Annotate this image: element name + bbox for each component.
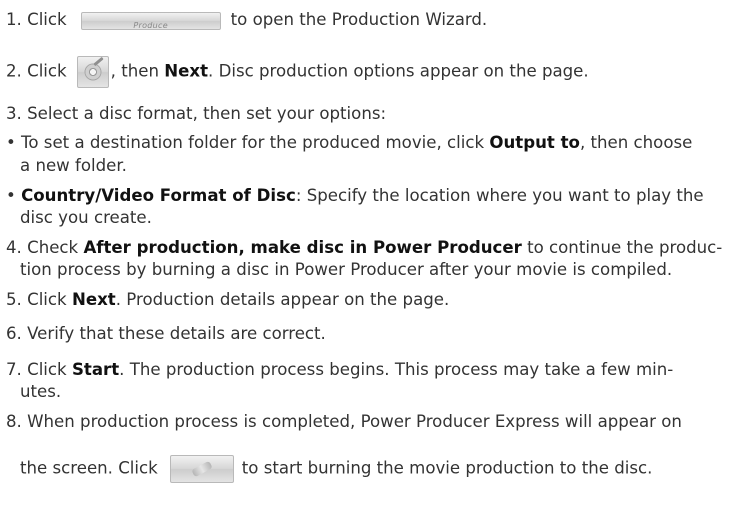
step-2-prefix: 2. Click: [6, 61, 67, 81]
step-2-next: Next: [164, 61, 209, 81]
step-5-pre: 5. Click: [6, 290, 67, 309]
wand-glyph: [92, 56, 104, 67]
step-1-text: to open the Production Wizard.: [230, 10, 488, 29]
step-8-pre: the screen. Click: [20, 458, 158, 478]
step-7-pre: 7. Click: [6, 360, 67, 379]
bullet-1-bold: Output to: [489, 133, 580, 152]
step-5-post: . Production details appear on the page.: [115, 290, 450, 309]
step-2-text: . Disc production options appear on the …: [208, 61, 589, 81]
step-2: 2. Click , then Next. Disc production opt…: [6, 56, 589, 88]
bullet-1-line2: a new folder.: [20, 156, 127, 175]
step-4-bold: After production, make disc in Power Pro…: [83, 238, 522, 257]
bullet-1: • To set a destination folder for the pr…: [6, 133, 692, 153]
step-4-post: to continue the produc-: [527, 238, 723, 257]
step-5: 5. Click Next. Production details appear…: [6, 290, 449, 310]
step-1-prefix: 1. Click: [6, 10, 67, 29]
step-1: 1. Click Produce to open the Production Wi…: [6, 10, 487, 30]
step-4-line2: tion process by burning a disc in Power …: [20, 260, 673, 279]
step-7-line2: utes.: [20, 382, 62, 401]
step-7-post: . The production process begins. This pr…: [119, 360, 674, 379]
burn-glyph: [191, 460, 213, 478]
bullet-2-bold: Country/Video Format of Disc: [21, 186, 296, 205]
step-3: 3. Select a disc format, then set your o…: [6, 104, 387, 123]
bullet-1-post: , then choose: [579, 133, 693, 152]
bullet-1-pre: • To set a destination folder for the pr…: [6, 133, 485, 152]
step-4: 4. Check After production, make disc in …: [6, 238, 722, 258]
bullet-2: • Country/Video Format of Disc: Specify …: [6, 186, 704, 206]
step-8: 8. When production process is completed,…: [6, 412, 682, 431]
step-8-post: to start burning the movie production to…: [241, 458, 653, 478]
burn-disc-icon: [169, 455, 234, 483]
step-5-bold: Next: [71, 290, 116, 309]
disc-glyph: [85, 64, 101, 80]
step-7-bold: Start: [71, 360, 120, 379]
step-2-mid: , then: [110, 61, 159, 81]
step-8-line2: the screen. Click to start burning the mo…: [20, 455, 652, 483]
produce-button-icon: Produce: [80, 11, 221, 30]
disc-production-icon: [76, 56, 109, 88]
bullet-2-marker: •: [6, 186, 22, 205]
step-6: 6. Verify that these details are correct…: [6, 324, 326, 343]
step-4-pre: 4. Check: [6, 238, 79, 257]
step-7: 7. Click Start. The production process b…: [6, 360, 673, 380]
bullet-2-line2: disc you create.: [20, 208, 152, 227]
bullet-2-post: : Specify the location where you want to…: [295, 186, 704, 205]
produce-button-caption: Produce: [133, 20, 168, 30]
